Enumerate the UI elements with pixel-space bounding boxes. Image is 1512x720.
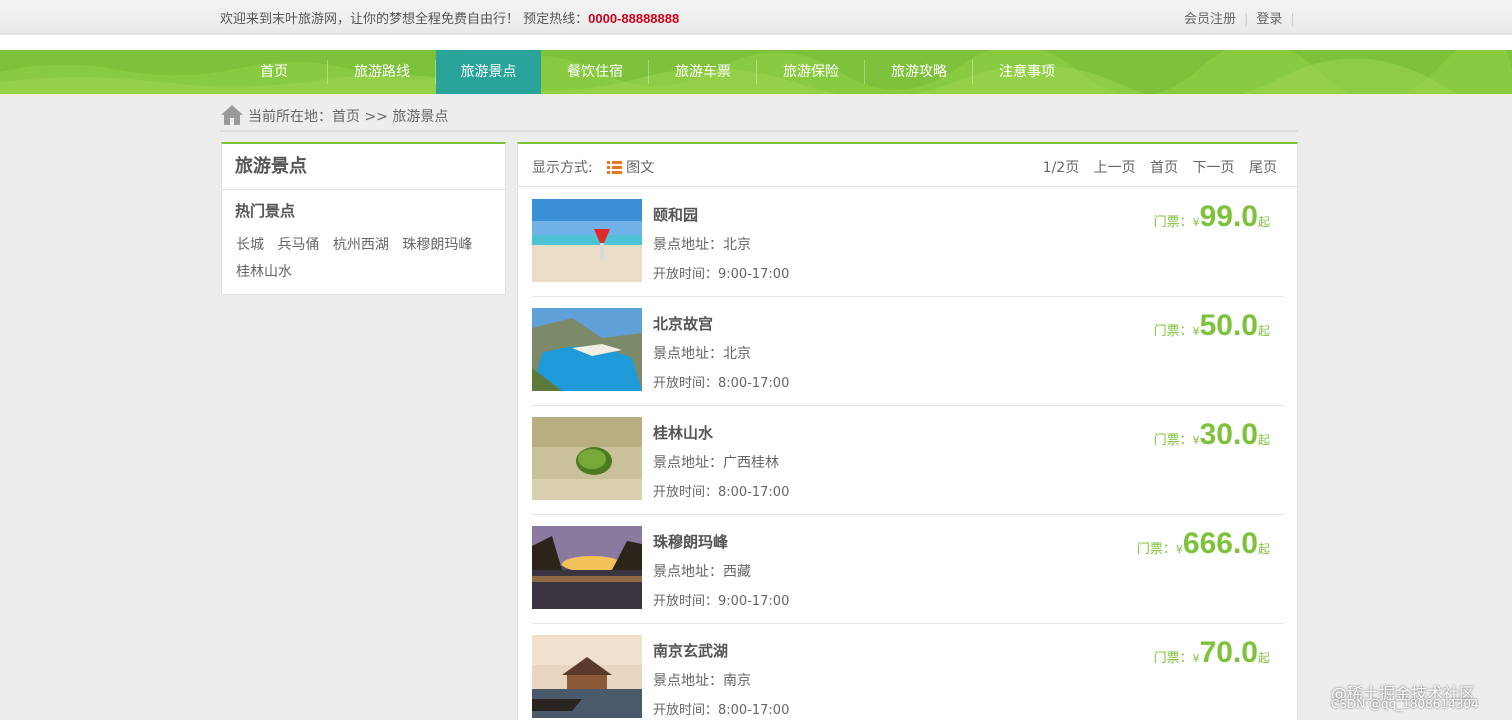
price-label: 门票： bbox=[1153, 433, 1193, 448]
price-suffix: 起 bbox=[1257, 542, 1270, 556]
currency-symbol: ¥ bbox=[1192, 216, 1200, 229]
welcome-text: 欢迎来到末叶旅游网，让你的梦想全程免费自由行！ 预定热线：0000-888888… bbox=[220, 8, 679, 27]
spot-address: 景点地址：南京 bbox=[653, 673, 751, 689]
divider: | bbox=[1290, 12, 1295, 27]
price-label: 门票： bbox=[1136, 542, 1176, 557]
price-value: 70.0 bbox=[1199, 636, 1258, 669]
hot-spots-tags: 长城 兵马俑 杭州西湖 珠穆朗玛峰 桂林山水 bbox=[222, 221, 505, 286]
top-bar: 欢迎来到末叶旅游网，让你的梦想全程免费自由行！ 预定热线：0000-888888… bbox=[0, 0, 1512, 34]
breadcrumb-current[interactable]: 旅游景点 bbox=[392, 109, 448, 125]
list-item[interactable]: 南京玄武湖 景点地址：南京 开放时间：8:00-17:00 门票：¥70.0起 bbox=[532, 624, 1284, 720]
nav-item-home[interactable]: 首页 bbox=[220, 50, 328, 94]
price-suffix: 起 bbox=[1257, 324, 1270, 338]
home-icon bbox=[221, 105, 243, 125]
display-mode-value[interactable]: 图文 bbox=[626, 160, 654, 176]
main-nav: 首页 旅游路线 旅游景点 餐饮住宿 旅游车票 旅游保险 旅游攻略 注意事项 bbox=[0, 50, 1512, 94]
nav-item-tickets[interactable]: 旅游车票 bbox=[649, 50, 757, 94]
spot-thumbnail[interactable] bbox=[532, 308, 642, 391]
spot-name[interactable]: 南京玄武湖 bbox=[653, 640, 728, 661]
tag-link[interactable]: 兵马俑 bbox=[277, 237, 319, 253]
price-suffix: 起 bbox=[1257, 215, 1270, 229]
hot-spots-heading: 热门景点 bbox=[235, 202, 296, 220]
spot-thumbnail[interactable] bbox=[532, 199, 642, 282]
spot-address: 景点地址：广西桂林 bbox=[653, 455, 779, 471]
spot-name[interactable]: 珠穆朗玛峰 bbox=[653, 531, 728, 552]
spot-name[interactable]: 桂林山水 bbox=[653, 422, 713, 443]
price-value: 666.0 bbox=[1182, 527, 1258, 560]
price-value: 50.0 bbox=[1199, 309, 1258, 342]
attractions-panel: 显示方式: 图文 1/2页 上一页 首页 下一页 尾页 颐和园 景点地址：北京 … bbox=[517, 142, 1298, 720]
nav-item-guides[interactable]: 旅游攻略 bbox=[865, 50, 973, 94]
breadcrumb: 当前所在地：首页 >> 旅游景点 bbox=[220, 102, 1298, 132]
display-mode: 显示方式: 图文 bbox=[532, 157, 654, 177]
tag-link[interactable]: 珠穆朗玛峰 bbox=[402, 237, 472, 253]
currency-symbol: ¥ bbox=[1192, 652, 1200, 665]
nav-item-notices[interactable]: 注意事项 bbox=[973, 50, 1081, 94]
price-label: 门票： bbox=[1153, 651, 1193, 666]
welcome-message: 欢迎来到末叶旅游网，让你的梦想全程免费自由行！ 预定热线： bbox=[220, 12, 589, 27]
price-suffix: 起 bbox=[1257, 433, 1270, 447]
price-label: 门票： bbox=[1153, 215, 1193, 230]
spot-hours: 开放时间：9:00-17:00 bbox=[653, 267, 790, 282]
currency-symbol: ¥ bbox=[1192, 325, 1200, 338]
first-page-link[interactable]: 首页 bbox=[1150, 160, 1178, 176]
price-value: 30.0 bbox=[1199, 418, 1258, 451]
list-item[interactable]: 颐和园 景点地址：北京 开放时间：9:00-17:00 门票：¥99.0起 bbox=[532, 188, 1284, 297]
price-value: 99.0 bbox=[1199, 200, 1258, 233]
spot-address: 景点地址：西藏 bbox=[653, 564, 751, 580]
pagination: 1/2页 上一页 首页 下一页 尾页 bbox=[1043, 157, 1277, 177]
spot-price: 门票：¥666.0起 bbox=[1137, 527, 1270, 561]
prev-page-link[interactable]: 上一页 bbox=[1094, 160, 1136, 176]
breadcrumb-prefix: 当前所在地： bbox=[248, 109, 332, 125]
next-page-link[interactable]: 下一页 bbox=[1193, 160, 1235, 176]
list-toolbar: 显示方式: 图文 1/2页 上一页 首页 下一页 尾页 bbox=[518, 144, 1297, 187]
price-suffix: 起 bbox=[1257, 651, 1270, 665]
tag-link[interactable]: 杭州西湖 bbox=[333, 237, 389, 253]
list-item[interactable]: 北京故宫 景点地址：北京 开放时间：8:00-17:00 门票：¥50.0起 bbox=[532, 297, 1284, 406]
price-label: 门票： bbox=[1153, 324, 1193, 339]
spot-price: 门票：¥99.0起 bbox=[1154, 200, 1270, 234]
spot-thumbnail[interactable] bbox=[532, 417, 642, 500]
breadcrumb-home-link[interactable]: 首页 bbox=[332, 109, 360, 125]
nav-item-routes[interactable]: 旅游路线 bbox=[328, 50, 436, 94]
nav-item-dining[interactable]: 餐饮住宿 bbox=[541, 50, 649, 94]
sidebar: 旅游景点 热门景点 长城 兵马俑 杭州西湖 珠穆朗玛峰 桂林山水 bbox=[221, 142, 506, 295]
currency-symbol: ¥ bbox=[1192, 434, 1200, 447]
spot-price: 门票：¥30.0起 bbox=[1154, 418, 1270, 452]
spot-thumbnail[interactable] bbox=[532, 526, 642, 609]
spot-price: 门票：¥50.0起 bbox=[1154, 309, 1270, 343]
nav-item-attractions[interactable]: 旅游景点 bbox=[436, 50, 541, 94]
tag-link[interactable]: 长城 bbox=[236, 237, 264, 253]
header-spacer bbox=[0, 35, 1512, 50]
spot-address: 景点地址：北京 bbox=[653, 346, 751, 362]
currency-symbol: ¥ bbox=[1175, 543, 1183, 556]
display-mode-label: 显示方式: bbox=[532, 160, 593, 176]
list-item[interactable]: 珠穆朗玛峰 景点地址：西藏 开放时间：9:00-17:00 门票：¥666.0起 bbox=[532, 515, 1284, 624]
spot-hours: 开放时间：8:00-17:00 bbox=[653, 485, 790, 500]
breadcrumb-separator: >> bbox=[364, 109, 388, 125]
sidebar-title: 旅游景点 bbox=[222, 144, 505, 190]
spot-thumbnail[interactable] bbox=[532, 635, 642, 718]
list-view-icon[interactable] bbox=[607, 161, 623, 174]
spot-hours: 开放时间：9:00-17:00 bbox=[653, 594, 790, 609]
watermark-subtext: CSDN @qq_1808614304 bbox=[1331, 697, 1479, 711]
spot-price: 门票：¥70.0起 bbox=[1154, 636, 1270, 670]
account-links: 会员注册 | 登录 | bbox=[1184, 8, 1303, 27]
page-info: 1/2页 bbox=[1042, 160, 1080, 176]
divider: | bbox=[1244, 12, 1249, 27]
spot-hours: 开放时间：8:00-17:00 bbox=[653, 376, 790, 391]
hotline-number: 0000-88888888 bbox=[588, 11, 680, 26]
last-page-link[interactable]: 尾页 bbox=[1249, 160, 1277, 176]
list-item[interactable]: 桂林山水 景点地址：广西桂林 开放时间：8:00-17:00 门票：¥30.0起 bbox=[532, 406, 1284, 515]
spot-address: 景点地址：北京 bbox=[653, 237, 751, 253]
spot-hours: 开放时间：8:00-17:00 bbox=[653, 703, 790, 718]
nav-item-insurance[interactable]: 旅游保险 bbox=[757, 50, 865, 94]
register-link[interactable]: 会员注册 bbox=[1184, 12, 1236, 27]
tag-link[interactable]: 桂林山水 bbox=[236, 264, 292, 280]
login-link[interactable]: 登录 bbox=[1256, 12, 1282, 27]
spot-name[interactable]: 颐和园 bbox=[653, 204, 698, 225]
spot-name[interactable]: 北京故宫 bbox=[653, 313, 713, 334]
